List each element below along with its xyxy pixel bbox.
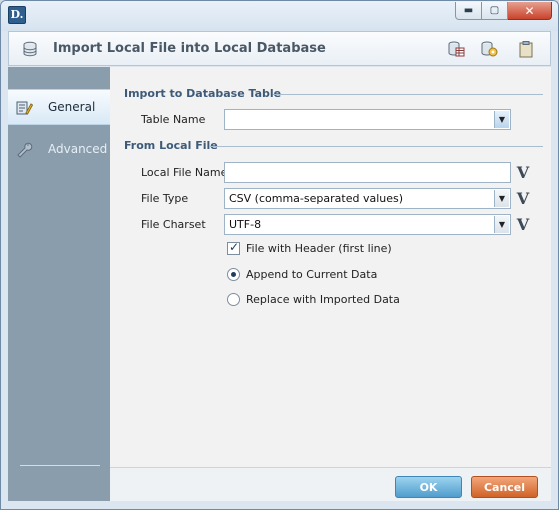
file-charset-select[interactable]: UTF-8 ▼	[224, 214, 511, 235]
file-charset-value: UTF-8	[229, 218, 262, 231]
file-charset-label: File Charset	[141, 218, 206, 231]
sidebar: General Advanced	[8, 67, 110, 501]
sidebar-item-advanced[interactable]: Advanced	[8, 131, 110, 167]
chevron-down-icon[interactable]: ▼	[494, 216, 509, 233]
local-file-label: Local File Name	[141, 166, 228, 179]
cancel-button[interactable]: Cancel	[471, 476, 538, 498]
sidebar-item-general[interactable]: General	[8, 89, 110, 125]
replace-radio-label: Replace with Imported Data	[246, 293, 400, 306]
file-type-value: CSV (comma-separated values)	[229, 192, 404, 205]
local-file-input[interactable]	[224, 162, 511, 183]
general-panel: Import to Database Table Table Name ▼ Fr…	[110, 67, 551, 467]
dialog-header: Import Local File into Local Database	[8, 31, 551, 66]
title-bar[interactable]: D. ▬ ▢ ✕	[1, 1, 558, 31]
replace-radio[interactable]	[227, 293, 240, 306]
append-radio[interactable]	[227, 268, 240, 281]
section-divider	[273, 94, 543, 95]
header-checkbox-row[interactable]: File with Header (first line)	[227, 240, 392, 255]
database-table-icon[interactable]	[447, 40, 465, 58]
sidebar-item-label: General	[48, 100, 96, 114]
append-radio-label: Append to Current Data	[246, 268, 378, 281]
chevron-down-icon[interactable]: ▼	[494, 190, 509, 207]
variable-button[interactable]: V	[514, 215, 532, 235]
maximize-button[interactable]: ▢	[482, 2, 508, 20]
window-controls: ▬ ▢ ✕	[455, 2, 552, 20]
close-button[interactable]: ✕	[508, 2, 552, 20]
minimize-button[interactable]: ▬	[455, 2, 482, 20]
file-type-label: File Type	[141, 192, 189, 205]
app-logo-icon: D.	[8, 6, 26, 24]
clipboard-icon[interactable]	[517, 40, 535, 58]
append-radio-row[interactable]: Append to Current Data	[227, 268, 377, 281]
database-settings-icon[interactable]	[480, 40, 498, 58]
table-name-combo[interactable]: ▼	[224, 109, 511, 130]
header-checkbox-label: File with Header (first line)	[246, 242, 392, 255]
dialog-footer: OK Cancel	[110, 467, 551, 501]
dialog-window: D. ▬ ▢ ✕ Import Local File into Local Da…	[0, 0, 559, 510]
file-type-select[interactable]: CSV (comma-separated values) ▼	[224, 188, 511, 209]
general-config-icon	[16, 101, 33, 115]
sidebar-item-label: Advanced	[48, 142, 108, 156]
dialog-title: Import Local File into Local Database	[53, 41, 326, 56]
ok-button[interactable]: OK	[395, 476, 462, 498]
section-divider	[210, 146, 543, 147]
sidebar-divider	[20, 465, 100, 466]
table-name-label: Table Name	[141, 113, 206, 126]
replace-radio-row[interactable]: Replace with Imported Data	[227, 293, 400, 306]
variable-button[interactable]: V	[514, 189, 532, 209]
variable-button[interactable]: V	[514, 163, 532, 183]
section-title-import: Import to Database Table	[124, 87, 282, 100]
chevron-down-icon[interactable]: ▼	[494, 111, 509, 128]
header-checkbox[interactable]	[227, 240, 240, 255]
wrench-icon	[17, 142, 33, 158]
database-import-icon	[23, 41, 37, 57]
section-title-from: From Local File	[124, 139, 218, 152]
